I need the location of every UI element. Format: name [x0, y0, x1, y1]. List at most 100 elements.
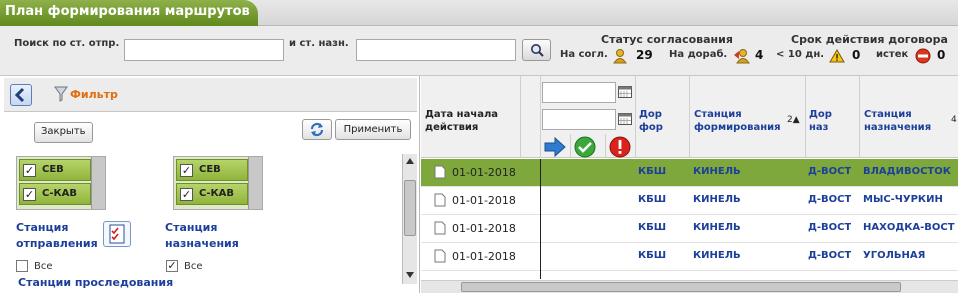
cell-road-to: Д-ВОСТ	[808, 194, 852, 205]
contract-term-title: Срок действия договора	[791, 33, 948, 46]
cell-road-from: КБШ	[638, 166, 667, 177]
column-header-road-from[interactable]: Дор фор	[639, 108, 663, 134]
header-line: Станция	[864, 109, 912, 120]
sort-indicator: 4	[951, 115, 957, 125]
column-divider	[540, 76, 541, 158]
list-item[interactable]: ✓ С-КАВ	[176, 183, 248, 205]
search-from-label: Поиск по ст. отпр.	[14, 38, 120, 49]
checkbox[interactable]: ✓	[23, 164, 36, 177]
search-button[interactable]	[522, 39, 551, 61]
title-bar: План формирования маршрутов	[0, 0, 958, 26]
table-row[interactable]: 01-01-2018 КБШ КИНЕЛЬ Д-ВОСТ МЫС-ЧУРКИН	[421, 187, 958, 215]
toolbar: Поиск по ст. отпр. и ст. назн. Статус со…	[0, 26, 958, 76]
departure-station-link[interactable]: Станция отправления	[16, 220, 98, 252]
app-title: План формирования маршрутов	[5, 4, 250, 19]
destination-station-link[interactable]: Станция назначения	[165, 220, 239, 252]
calendar-icon[interactable]	[618, 113, 632, 125]
list-item[interactable]: ✓ СЕВ	[176, 159, 248, 181]
scroll-thumb[interactable]	[461, 282, 901, 292]
all-departure-checkbox[interactable]: Все	[16, 260, 53, 272]
refresh-button[interactable]	[302, 119, 332, 140]
checkbox[interactable]: ✓	[180, 164, 193, 177]
on-approval-label: На согл.	[560, 49, 608, 60]
rework-person-icon[interactable]	[733, 48, 751, 64]
cell-date: 01-01-2018	[452, 194, 516, 207]
column-divider	[859, 76, 860, 158]
list-scrollbar[interactable]	[248, 157, 262, 209]
grid-horizontal-scrollbar[interactable]	[421, 280, 958, 293]
close-button[interactable]: Закрыть	[34, 122, 93, 143]
table-row[interactable]: 01-01-2018 КБШ КИНЕЛЬ Д-ВОСТ УГОЛЬНАЯ	[421, 243, 958, 271]
error-icon[interactable]	[608, 136, 632, 158]
checklist-icon	[109, 224, 125, 244]
departure-station-line1: Станция	[16, 221, 69, 234]
table-row[interactable]: 01-01-2018 КБШ КИНЕЛЬ Д-ВОСТ НАХОДКА-ВОС…	[421, 215, 958, 243]
checkbox[interactable]	[16, 260, 28, 272]
cell-station-to: МЫС-ЧУРКИН	[863, 194, 943, 205]
cell-station-to: НАХОДКА-ВОСТ	[863, 222, 955, 233]
table-row[interactable]: 01-01-2018 КБШ КИНЕЛЬ Д-ВОСТ ВЛАДИВОСТОК	[421, 159, 958, 187]
search-to-label: и ст. назн.	[289, 38, 349, 49]
date-from-filter[interactable]	[542, 82, 616, 103]
calendar-icon[interactable]	[618, 86, 632, 98]
list-scrollbar[interactable]	[91, 157, 105, 209]
header-line: формирования	[694, 122, 781, 133]
filter-scrollbar[interactable]	[402, 154, 417, 284]
list-item-label: С-КАВ	[199, 188, 235, 199]
header-line: наз	[809, 122, 829, 133]
stop-icon[interactable]	[915, 48, 931, 64]
cell-station-to: ВЛАДИВОСТОК	[863, 166, 951, 177]
scroll-up-icon[interactable]	[406, 158, 414, 164]
scroll-thumb[interactable]	[404, 180, 416, 236]
destination-station-line1: Станция	[165, 221, 218, 234]
filter-header: Фильтр	[4, 78, 417, 112]
search-to-input[interactable]	[356, 39, 516, 61]
cell-date: 01-01-2018	[452, 166, 516, 179]
list-item[interactable]: ✓ С-КАВ	[19, 183, 91, 205]
approve-icon[interactable]	[573, 136, 597, 158]
column-header-station-to[interactable]: Станция назначения	[864, 108, 931, 134]
collapse-button[interactable]	[10, 84, 32, 106]
list-item-label: СЕВ	[42, 164, 64, 175]
all-label: Все	[184, 261, 203, 272]
document-icon	[434, 193, 446, 207]
cell-station-to: УГОЛЬНАЯ	[863, 250, 926, 261]
approval-person-icon[interactable]	[612, 48, 628, 64]
cell-station-from: КИНЕЛЬ	[693, 166, 741, 177]
departure-roads-list[interactable]: ✓ СЕВ ✓ С-КАВ	[16, 156, 106, 210]
transit-stations-title: Станции проследования	[18, 276, 174, 289]
date-to-filter[interactable]	[542, 109, 616, 130]
cell-station-from: КИНЕЛЬ	[693, 222, 741, 233]
departure-station-line2: отправления	[16, 237, 98, 250]
column-header-station-from[interactable]: Станция формирования	[694, 108, 781, 134]
checkbox[interactable]: ✓	[166, 260, 178, 272]
cell-road-from: КБШ	[638, 250, 667, 261]
approval-status-title: Статус согласования	[601, 33, 733, 46]
refresh-icon	[310, 122, 324, 137]
search-from-input[interactable]	[124, 39, 284, 61]
column-divider	[520, 76, 521, 158]
header-line: Дор	[809, 109, 832, 120]
search-icon	[531, 44, 544, 57]
cell-road-from: КБШ	[638, 222, 667, 233]
column-header-date[interactable]: Дата начала действия	[425, 108, 498, 134]
destination-roads-list[interactable]: ✓ СЕВ ✓ С-КАВ	[173, 156, 263, 210]
list-item-label: СЕВ	[199, 164, 221, 175]
station-picker-button[interactable]	[103, 221, 131, 247]
arrow-right-icon[interactable]	[543, 137, 567, 157]
scroll-down-icon[interactable]	[406, 272, 414, 278]
warning-icon[interactable]	[829, 49, 845, 63]
list-item[interactable]: ✓ СЕВ	[19, 159, 91, 181]
document-icon	[434, 249, 446, 263]
header-line: назначения	[864, 122, 932, 133]
less-10-days-count: 0	[852, 48, 861, 62]
column-divider	[570, 134, 571, 158]
on-approval-count: 29	[636, 48, 653, 62]
expired-label: истек	[876, 49, 909, 60]
checkbox[interactable]: ✓	[180, 188, 193, 201]
on-rework-count: 4	[755, 48, 764, 62]
apply-button[interactable]: Применить	[335, 119, 411, 140]
checkbox[interactable]: ✓	[23, 188, 36, 201]
column-header-road-to[interactable]: Дор наз	[809, 108, 832, 134]
all-destination-checkbox[interactable]: ✓ Все	[166, 260, 203, 272]
